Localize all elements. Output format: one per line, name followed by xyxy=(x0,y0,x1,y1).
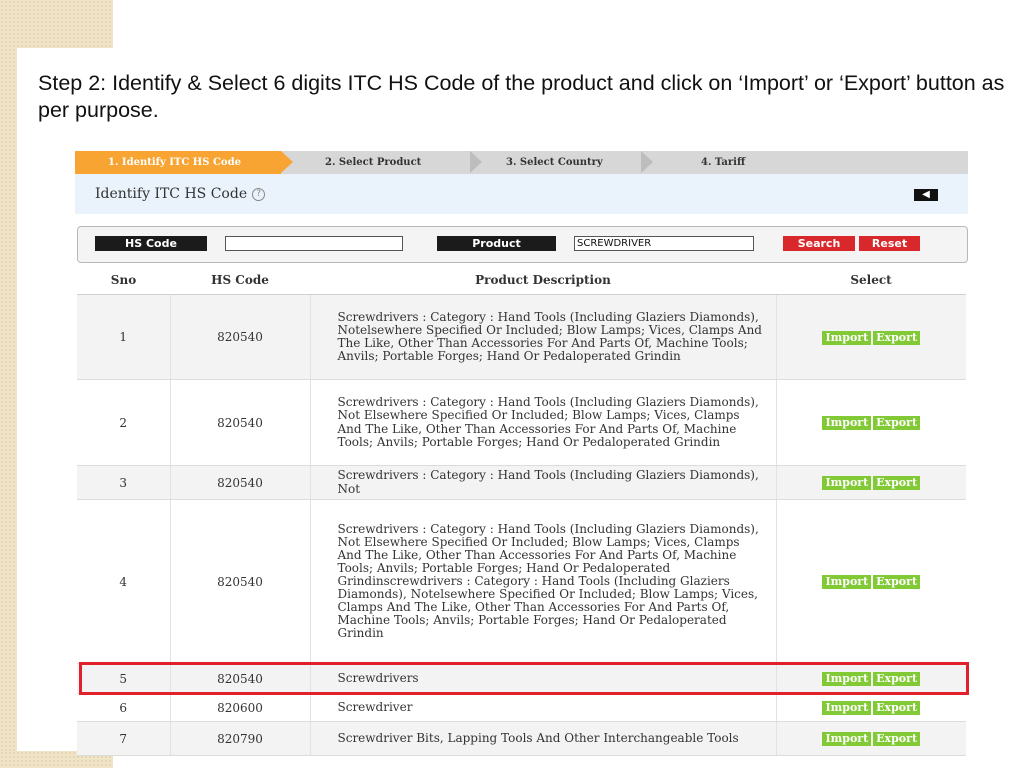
row-select: Import Export xyxy=(776,693,966,722)
wizard-step-label: 1. Identify ITC HS Code xyxy=(108,157,241,168)
wizard-step-country[interactable]: 3. Select Country xyxy=(506,151,603,174)
row-select: Import Export xyxy=(776,663,966,694)
row-select: Import Export xyxy=(776,465,966,500)
table-row: 3 820540 Screwdrivers : Category : Hand … xyxy=(77,465,966,500)
row-hs-code: 820540 xyxy=(170,465,311,500)
import-button[interactable]: Import xyxy=(822,672,872,686)
hs-code-label: HS Code xyxy=(95,236,207,251)
panel-title-text: Identify ITC HS Code xyxy=(95,186,248,202)
slide-border-left xyxy=(0,0,17,768)
panel-title: Identify ITC HS Code? xyxy=(95,186,266,202)
wizard-arrow-icon xyxy=(470,151,482,173)
row-select: Import Export xyxy=(776,721,966,756)
export-button[interactable]: Export xyxy=(873,732,921,746)
column-header-description: Product Description xyxy=(310,265,776,295)
row-description: Screwdrivers : Category : Hand Tools (In… xyxy=(310,379,777,466)
row-sno: 2 xyxy=(77,379,171,466)
row-description: Screwdrivers : Category : Hand Tools (In… xyxy=(310,499,777,664)
panel-header: Identify ITC HS Code? ◀ xyxy=(75,174,968,214)
export-button[interactable]: Export xyxy=(873,330,921,345)
row-description: Screwdrivers xyxy=(310,663,777,694)
row-description: Screwdrivers : Category : Hand Tools (In… xyxy=(310,465,777,500)
wizard-step-tariff[interactable]: 4. Tariff xyxy=(701,151,745,174)
export-button[interactable]: Export xyxy=(873,672,921,686)
export-button[interactable]: Export xyxy=(873,701,921,715)
row-select: Import Export xyxy=(776,294,966,380)
import-button[interactable]: Import xyxy=(822,416,872,430)
row-sno: 6 xyxy=(77,693,171,722)
row-sno: 7 xyxy=(77,721,171,756)
import-button[interactable]: Import xyxy=(822,330,872,345)
row-hs-code: 820540 xyxy=(170,663,311,694)
row-select: Import Export xyxy=(776,499,966,664)
import-button[interactable]: Import xyxy=(822,476,872,490)
table-row-selected: 5 820540 Screwdrivers Import Export xyxy=(77,663,966,694)
export-button[interactable]: Export xyxy=(873,476,921,490)
row-select: Import Export xyxy=(776,379,966,466)
wizard-step-label: 4. Tariff xyxy=(701,157,746,168)
search-bar: HS Code Product SCREWDRIVER Search Reset xyxy=(77,226,968,263)
row-description: Screwdrivers : Category : Hand Tools (In… xyxy=(310,294,777,380)
table-row: 7 820790 Screwdriver Bits, Lapping Tools… xyxy=(77,721,966,756)
product-label: Product xyxy=(437,236,556,251)
import-button[interactable]: Import xyxy=(822,575,872,589)
back-arrow-icon[interactable]: ◀ xyxy=(914,189,938,201)
table-row: 6 820600 Screwdriver Import Export xyxy=(77,693,966,722)
row-description: Screwdriver xyxy=(310,693,777,722)
search-button[interactable]: Search xyxy=(783,236,855,251)
column-header-sno: Sno xyxy=(77,265,170,295)
row-sno: 5 xyxy=(77,663,171,694)
export-button[interactable]: Export xyxy=(873,416,921,430)
hs-code-input[interactable] xyxy=(225,236,403,251)
column-header-select: Select xyxy=(776,265,966,295)
table-row: 1 820540 Screwdrivers : Category : Hand … xyxy=(77,294,966,380)
row-hs-code: 820790 xyxy=(170,721,311,756)
row-sno: 4 xyxy=(77,499,171,664)
wizard-step-product[interactable]: 2. Select Product xyxy=(325,151,421,174)
row-hs-code: 820600 xyxy=(170,693,311,722)
results-table: Sno HS Code Product Description Select 1… xyxy=(77,265,966,756)
row-hs-code: 820540 xyxy=(170,294,311,380)
column-header-hs-code: HS Code xyxy=(170,265,310,295)
import-button[interactable]: Import xyxy=(822,732,872,746)
table-row: 2 820540 Screwdrivers : Category : Hand … xyxy=(77,379,966,466)
import-button[interactable]: Import xyxy=(822,701,872,715)
wizard-arrow-icon xyxy=(281,151,293,173)
wizard-step-label: 2. Select Product xyxy=(325,157,422,168)
row-hs-code: 820540 xyxy=(170,379,311,466)
help-icon[interactable]: ? xyxy=(252,188,266,201)
wizard-arrow-icon xyxy=(641,151,653,173)
row-sno: 1 xyxy=(77,294,171,380)
wizard-steps: 1. Identify ITC HS Code 2. Select Produc… xyxy=(75,151,968,174)
row-sno: 3 xyxy=(77,465,171,500)
table-row: 4 820540 Screwdrivers : Category : Hand … xyxy=(77,499,966,664)
reset-button[interactable]: Reset xyxy=(859,236,920,251)
wizard-step-identify[interactable]: 1. Identify ITC HS Code xyxy=(75,151,281,174)
table-header-row: Sno HS Code Product Description Select xyxy=(77,265,966,295)
slide-title: Step 2: Identify & Select 6 digits ITC H… xyxy=(38,71,1005,122)
row-hs-code: 820540 xyxy=(170,499,311,664)
export-button[interactable]: Export xyxy=(873,575,921,589)
row-description: Screwdriver Bits, Lapping Tools And Othe… xyxy=(310,721,777,756)
product-input[interactable]: SCREWDRIVER xyxy=(574,236,754,251)
wizard-step-label: 3. Select Country xyxy=(506,157,603,168)
